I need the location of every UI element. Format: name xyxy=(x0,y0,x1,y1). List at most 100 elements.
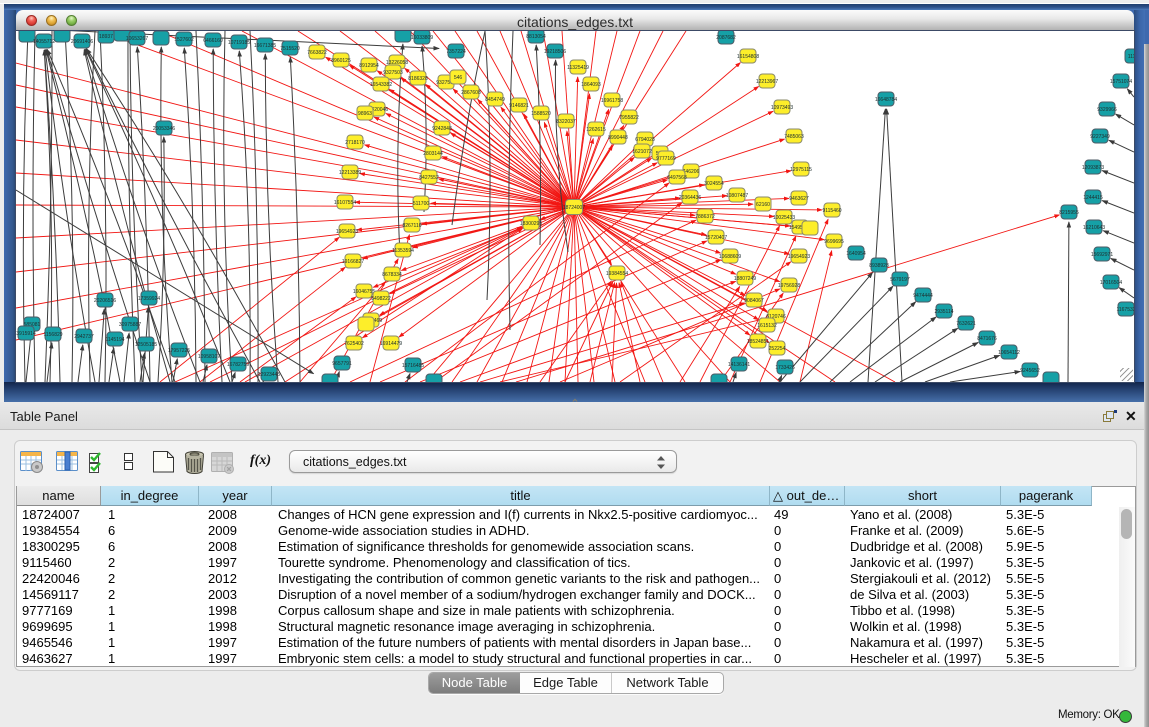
svg-text:9657791: 9657791 xyxy=(332,361,352,367)
svg-text:12213967: 12213967 xyxy=(756,79,778,85)
svg-text:1262615: 1262615 xyxy=(586,127,606,133)
svg-text:10654112: 10654112 xyxy=(998,350,1020,356)
svg-text:10653267: 10653267 xyxy=(126,36,148,42)
svg-text:19756928: 19756928 xyxy=(778,283,800,289)
svg-text:12975115: 12975115 xyxy=(790,167,812,173)
svg-text:20364436: 20364436 xyxy=(679,195,701,201)
svg-text:1733426: 1733426 xyxy=(775,365,795,371)
svg-text:17016504: 17016504 xyxy=(1100,280,1122,286)
svg-text:8912954: 8912954 xyxy=(359,63,379,69)
svg-text:9146821: 9146821 xyxy=(509,103,529,109)
svg-text:8471676: 8471676 xyxy=(977,336,997,342)
svg-text:62160: 62160 xyxy=(756,202,770,208)
svg-text:9777169: 9777169 xyxy=(656,156,676,162)
svg-text:17359924: 17359924 xyxy=(138,296,160,302)
svg-text:546: 546 xyxy=(454,75,463,81)
svg-text:10973493: 10973493 xyxy=(771,105,793,111)
svg-text:9227349: 9227349 xyxy=(1090,134,1110,140)
svg-text:8813054: 8813054 xyxy=(526,34,546,40)
svg-text:20053346: 20053346 xyxy=(153,126,175,132)
svg-text:16033809: 16033809 xyxy=(411,35,433,41)
svg-text:11353594: 11353594 xyxy=(392,248,414,254)
svg-text:16914479: 16914479 xyxy=(380,341,402,347)
svg-text:1640954: 1640954 xyxy=(846,251,866,257)
svg-text:8267110: 8267110 xyxy=(402,223,421,229)
svg-text:20206516: 20206516 xyxy=(94,298,116,304)
svg-text:9084067: 9084067 xyxy=(744,298,764,304)
svg-text:2087682: 2087682 xyxy=(716,35,736,41)
svg-text:1864093: 1864093 xyxy=(581,82,601,88)
svg-text:16154808: 16154808 xyxy=(737,54,759,60)
svg-text:15692971: 15692971 xyxy=(1091,252,1113,258)
svg-text:10958107: 10958107 xyxy=(198,354,220,360)
svg-text:18937: 18937 xyxy=(99,34,113,40)
svg-text:8427552: 8427552 xyxy=(419,175,439,181)
svg-text:18724007: 18724007 xyxy=(563,205,585,211)
svg-text:16046755: 16046755 xyxy=(353,289,375,295)
svg-text:7632621: 7632621 xyxy=(956,321,976,327)
svg-text:7625402: 7625402 xyxy=(344,341,364,347)
svg-text:8215955: 8215955 xyxy=(1059,210,1079,216)
svg-text:8186328: 8186328 xyxy=(408,76,428,82)
svg-text:15751074: 15751074 xyxy=(1110,79,1132,85)
svg-text:8960125: 8960125 xyxy=(331,58,351,64)
svg-text:10807487: 10807487 xyxy=(726,193,748,199)
svg-text:1527602: 1527602 xyxy=(174,37,194,43)
svg-text:10688609: 10688609 xyxy=(719,254,741,260)
svg-text:19166827: 19166827 xyxy=(342,259,364,265)
svg-text:10025433: 10025433 xyxy=(773,215,795,221)
svg-text:1615132: 1615132 xyxy=(757,323,777,329)
svg-text:16961758: 16961758 xyxy=(601,98,623,104)
svg-text:15716485: 15716485 xyxy=(402,363,424,369)
svg-text:1156829: 1156829 xyxy=(43,332,62,338)
svg-text:9115460: 9115460 xyxy=(822,208,841,214)
svg-text:6466160: 6466160 xyxy=(203,38,223,44)
svg-text:1621072: 1621072 xyxy=(632,149,652,155)
svg-text:18524851: 18524851 xyxy=(747,339,769,345)
svg-text:16648784: 16648784 xyxy=(875,97,897,103)
svg-text:5498222: 5498222 xyxy=(371,296,391,302)
svg-text:9474444: 9474444 xyxy=(913,293,933,299)
svg-text:2803144: 2803144 xyxy=(423,151,443,157)
svg-text:19218506: 19218506 xyxy=(544,49,566,55)
svg-text:19384554: 19384554 xyxy=(606,271,628,277)
svg-text:9699695: 9699695 xyxy=(824,239,844,245)
svg-text:8454749: 8454749 xyxy=(485,97,505,103)
svg-text:12923445: 12923445 xyxy=(258,372,280,378)
svg-text:9329966: 9329966 xyxy=(1097,107,1117,113)
svg-text:7515520: 7515520 xyxy=(280,46,300,52)
svg-text:2867608: 2867608 xyxy=(461,90,481,96)
svg-text:3024554: 3024554 xyxy=(704,181,724,187)
svg-text:18300295: 18300295 xyxy=(520,221,542,227)
svg-text:2935114: 2935114 xyxy=(934,309,953,315)
svg-text:7357224: 7357224 xyxy=(446,49,466,55)
svg-text:14136141: 14136141 xyxy=(728,362,750,368)
svg-text:6794028: 6794028 xyxy=(635,137,655,143)
svg-text:5679197: 5679197 xyxy=(890,277,910,283)
svg-text:8938928: 8938928 xyxy=(869,263,889,269)
svg-text:9463627: 9463627 xyxy=(789,196,809,202)
svg-text:17957225: 17957225 xyxy=(168,348,190,354)
svg-text:19654923: 19654923 xyxy=(336,229,358,235)
svg-text:12093873: 12093873 xyxy=(1082,165,1104,171)
svg-text:30975887: 30975887 xyxy=(119,322,141,328)
svg-text:1588520: 1588520 xyxy=(531,111,551,117)
svg-text:8678334: 8678334 xyxy=(382,272,402,278)
svg-text:12505185: 12505185 xyxy=(135,342,157,348)
svg-text:9242848: 9242848 xyxy=(432,126,452,132)
svg-text:9327503: 9327503 xyxy=(383,70,403,76)
svg-text:15720407: 15720407 xyxy=(705,235,727,241)
svg-text:20691406: 20691406 xyxy=(71,39,93,45)
svg-text:98963: 98963 xyxy=(358,111,372,117)
svg-text:2718170: 2718170 xyxy=(345,140,365,146)
svg-text:252254: 252254 xyxy=(769,346,786,352)
svg-text:16782759: 16782759 xyxy=(227,362,249,368)
svg-text:14055712: 14055712 xyxy=(33,39,55,45)
svg-text:1244415: 1244415 xyxy=(1083,195,1103,201)
svg-text:16671385: 16671385 xyxy=(254,43,276,49)
svg-text:1167533: 1167533 xyxy=(1116,307,1134,313)
svg-text:16107554: 16107554 xyxy=(334,200,356,206)
svg-text:19654923: 19654923 xyxy=(788,254,810,260)
svg-text:7955822: 7955822 xyxy=(619,115,639,121)
svg-text:16210643: 16210643 xyxy=(1083,225,1105,231)
